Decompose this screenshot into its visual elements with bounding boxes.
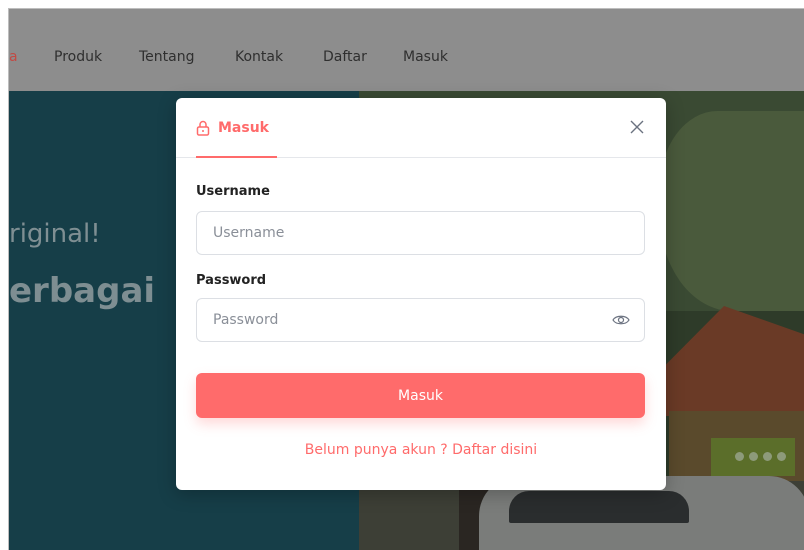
hero-tagline: riginal! bbox=[9, 219, 101, 249]
login-modal: Masuk Username Password Masuk Belum puny… bbox=[176, 98, 666, 490]
nav-item-produk[interactable]: Produk bbox=[54, 49, 102, 65]
hero-headline: erbagai bbox=[9, 271, 156, 311]
modal-title: Masuk bbox=[218, 120, 269, 136]
modal-header: Masuk bbox=[176, 98, 666, 158]
submit-button[interactable]: Masuk bbox=[196, 373, 645, 418]
page-frame: a Produk Tentang Kontak Daftar Masuk rig… bbox=[8, 8, 804, 550]
nav-item-home[interactable]: a bbox=[9, 49, 18, 65]
register-link[interactable]: Belum punya akun ? Daftar disini bbox=[176, 442, 666, 458]
tab-masuk[interactable]: Masuk bbox=[196, 118, 277, 158]
eye-icon[interactable] bbox=[612, 313, 630, 327]
nav-item-tentang[interactable]: Tentang bbox=[139, 49, 195, 65]
building-roof bbox=[664, 306, 804, 416]
nav-item-masuk[interactable]: Masuk bbox=[403, 49, 448, 65]
nav-item-kontak[interactable]: Kontak bbox=[235, 49, 283, 65]
password-label: Password bbox=[196, 273, 267, 288]
password-input[interactable] bbox=[196, 298, 645, 342]
username-input[interactable] bbox=[196, 211, 645, 255]
building-sign bbox=[711, 438, 795, 476]
car-window bbox=[509, 491, 689, 523]
close-icon[interactable] bbox=[628, 118, 646, 136]
tree-foliage bbox=[659, 111, 804, 311]
lock-icon bbox=[196, 120, 210, 136]
username-label: Username bbox=[196, 184, 270, 199]
navbar: a Produk Tentang Kontak Daftar Masuk bbox=[9, 9, 804, 91]
nav-item-daftar[interactable]: Daftar bbox=[323, 49, 367, 65]
